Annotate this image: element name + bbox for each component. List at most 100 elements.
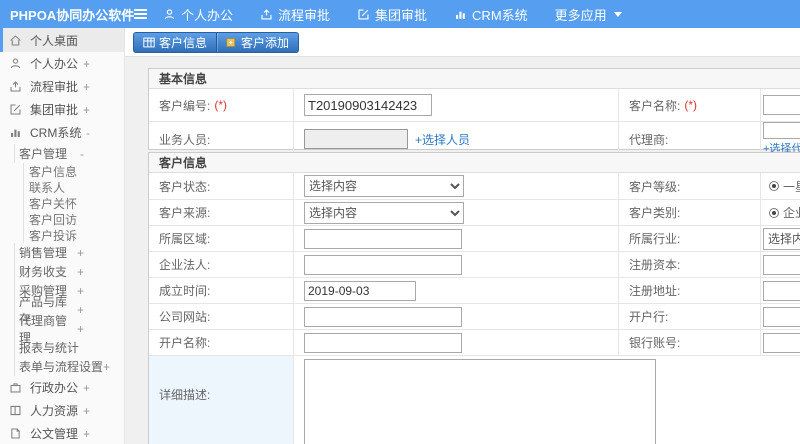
level-field-cell: 一星 (761, 173, 800, 199)
sidebar-item-customer-followup[interactable]: 客户回访 (23, 211, 124, 227)
expand-plus-icon[interactable]: + (77, 246, 84, 260)
expand-plus-icon[interactable]: + (77, 265, 84, 279)
bank-branch-input[interactable] (763, 306, 800, 327)
app-logo: PHPOA协同办公软件 (10, 7, 135, 23)
required-mark: (*) (214, 98, 228, 112)
customer-no-input[interactable] (304, 94, 432, 116)
sidebar-item-group-approval[interactable]: 集团审批 + (0, 98, 124, 121)
sidebar-item-personal-desktop[interactable]: 个人桌面 (0, 28, 124, 52)
nav-workflow-approval[interactable]: 流程审批 (260, 5, 330, 24)
form-row: 公司网站: 开户行: (149, 303, 800, 329)
sidebar-item-contacts[interactable]: 联系人 (23, 179, 124, 195)
home-icon (9, 34, 22, 47)
capital-input[interactable] (763, 254, 800, 275)
field-label: 客户类别: (629, 206, 681, 220)
bank-account-input[interactable] (763, 332, 800, 353)
sidebar-item-label: 销售管理 (19, 246, 68, 260)
sidebar-item-admin-office[interactable]: 行政办公 + (0, 376, 124, 399)
hamburger-icon[interactable] (134, 9, 147, 19)
nav-group-approval[interactable]: 集团审批 (357, 5, 427, 24)
description-textarea[interactable] (304, 359, 656, 444)
field-label: 业务人员: (159, 132, 211, 147)
sidebar: 个人桌面 个人办公 + 流程审批 + 集团审批 + CRM系统 - 客户管理 -… (0, 28, 125, 444)
sidebar-item-finance[interactable]: 财务收支 + (14, 262, 124, 281)
radio-label: 企业客户 (783, 206, 800, 220)
salesperson-input[interactable] (304, 129, 408, 149)
sidebar-item-reports-statistics[interactable]: 报表与统计 (14, 338, 124, 357)
description-field-cell (294, 356, 800, 444)
status-select[interactable]: 选择内容 (304, 175, 464, 197)
capital-field-cell (761, 252, 800, 277)
founded-date-input[interactable] (304, 280, 416, 301)
nav-more-apps[interactable]: 更多应用 (555, 5, 622, 24)
main-content: 基本信息 客户编号: (*) 客户名称: (*) 业务人员: +选 (125, 57, 800, 444)
industry-label-cell: 所属行业: (619, 226, 761, 251)
sidebar-item-human-resources[interactable]: 人力资源 + (0, 399, 124, 422)
expand-plus-icon[interactable]: + (83, 404, 90, 418)
account-name-label-cell: 开户名称: (149, 330, 294, 355)
nav-crm-system[interactable]: CRM系统 (454, 5, 528, 24)
sidebar-item-form-workflow-settings[interactable]: 表单与流程设置 + (14, 357, 124, 376)
sidebar-item-label: 联系人 (29, 180, 66, 195)
tab-customer-add[interactable]: 客户添加 (216, 33, 298, 52)
founded-label-cell: 成立时间: (149, 278, 294, 303)
nav-label: 集团审批 (375, 7, 428, 23)
sidebar-item-label: 客户投诉 (29, 228, 78, 243)
customer-name-input[interactable] (763, 95, 800, 115)
sidebar-item-label: 行政办公 (30, 381, 79, 395)
sidebar-item-crm-system[interactable]: CRM系统 - (0, 121, 124, 144)
collapse-minus-icon[interactable]: - (80, 147, 84, 161)
nav-label: CRM系统 (472, 7, 528, 23)
sidebar-item-agent-management[interactable]: 代理商管理 + (14, 314, 124, 345)
reg-address-input[interactable] (763, 280, 800, 301)
sidebar-item-customer-care[interactable]: 客户关怀 (23, 195, 124, 211)
field-label: 所属行业: (629, 232, 681, 246)
sidebar-item-personal-office[interactable]: 个人办公 + (0, 52, 124, 75)
expand-plus-icon[interactable]: + (83, 57, 90, 71)
field-label: 开户行: (629, 310, 669, 324)
legal-person-input[interactable] (304, 254, 462, 275)
collapse-minus-icon[interactable]: - (86, 126, 90, 140)
expand-plus-icon[interactable]: + (103, 360, 110, 374)
source-select[interactable]: 选择内容 (304, 201, 464, 224)
description-label-cell: 详细描述: (149, 356, 294, 444)
agent-input[interactable] (763, 122, 800, 139)
website-input[interactable] (304, 306, 462, 327)
edit-icon (357, 8, 370, 21)
form-row-description: 详细描述: (149, 355, 800, 444)
expand-plus-icon[interactable]: + (83, 80, 90, 94)
sidebar-item-customer-management[interactable]: 客户管理 - (14, 144, 124, 163)
nav-label: 个人办公 (181, 7, 234, 23)
expand-plus-icon[interactable]: + (77, 284, 84, 298)
top-nav: 个人办公 流程审批 集团审批 CRM系统 更多应用 (163, 5, 622, 24)
expand-plus-icon[interactable]: + (83, 103, 90, 117)
field-label: 银行账号: (629, 336, 681, 350)
expand-plus-icon[interactable]: + (83, 427, 90, 441)
field-label: 客户编号: (159, 98, 211, 113)
tab-customer-info[interactable]: 客户信息 (134, 33, 216, 52)
field-label: 详细描述: (159, 388, 211, 402)
salesperson-field-cell: +选择人员 (294, 122, 619, 156)
expand-plus-icon[interactable]: + (77, 322, 84, 336)
status-label-cell: 客户状态: (149, 173, 294, 199)
status-field-cell: 选择内容 (294, 173, 619, 199)
field-label: 注册地址: (629, 284, 681, 298)
region-input[interactable] (304, 228, 462, 249)
field-label: 客户名称: (629, 98, 681, 113)
tab-label: 客户添加 (241, 36, 290, 50)
sidebar-item-workflow-approval[interactable]: 流程审批 + (0, 75, 124, 98)
radio-level-one-star[interactable] (769, 181, 779, 191)
sidebar-item-document-management[interactable]: 公文管理 + (0, 422, 124, 444)
sidebar-item-customer-complaint[interactable]: 客户投诉 (23, 227, 124, 243)
select-person-link[interactable]: +选择人员 (415, 131, 470, 148)
expand-plus-icon[interactable]: + (77, 303, 84, 317)
sidebar-item-sales-management[interactable]: 销售管理 + (14, 243, 124, 262)
sidebar-item-label: 流程审批 (30, 80, 79, 94)
nav-personal-office[interactable]: 个人办公 (163, 5, 233, 24)
account-name-input[interactable] (304, 332, 462, 353)
radio-category-enterprise[interactable] (769, 207, 779, 218)
chart-icon (9, 126, 22, 139)
industry-select[interactable]: 选择内容 (763, 227, 800, 250)
sidebar-item-customer-info[interactable]: 客户信息 (23, 163, 124, 179)
expand-plus-icon[interactable]: + (83, 381, 90, 395)
